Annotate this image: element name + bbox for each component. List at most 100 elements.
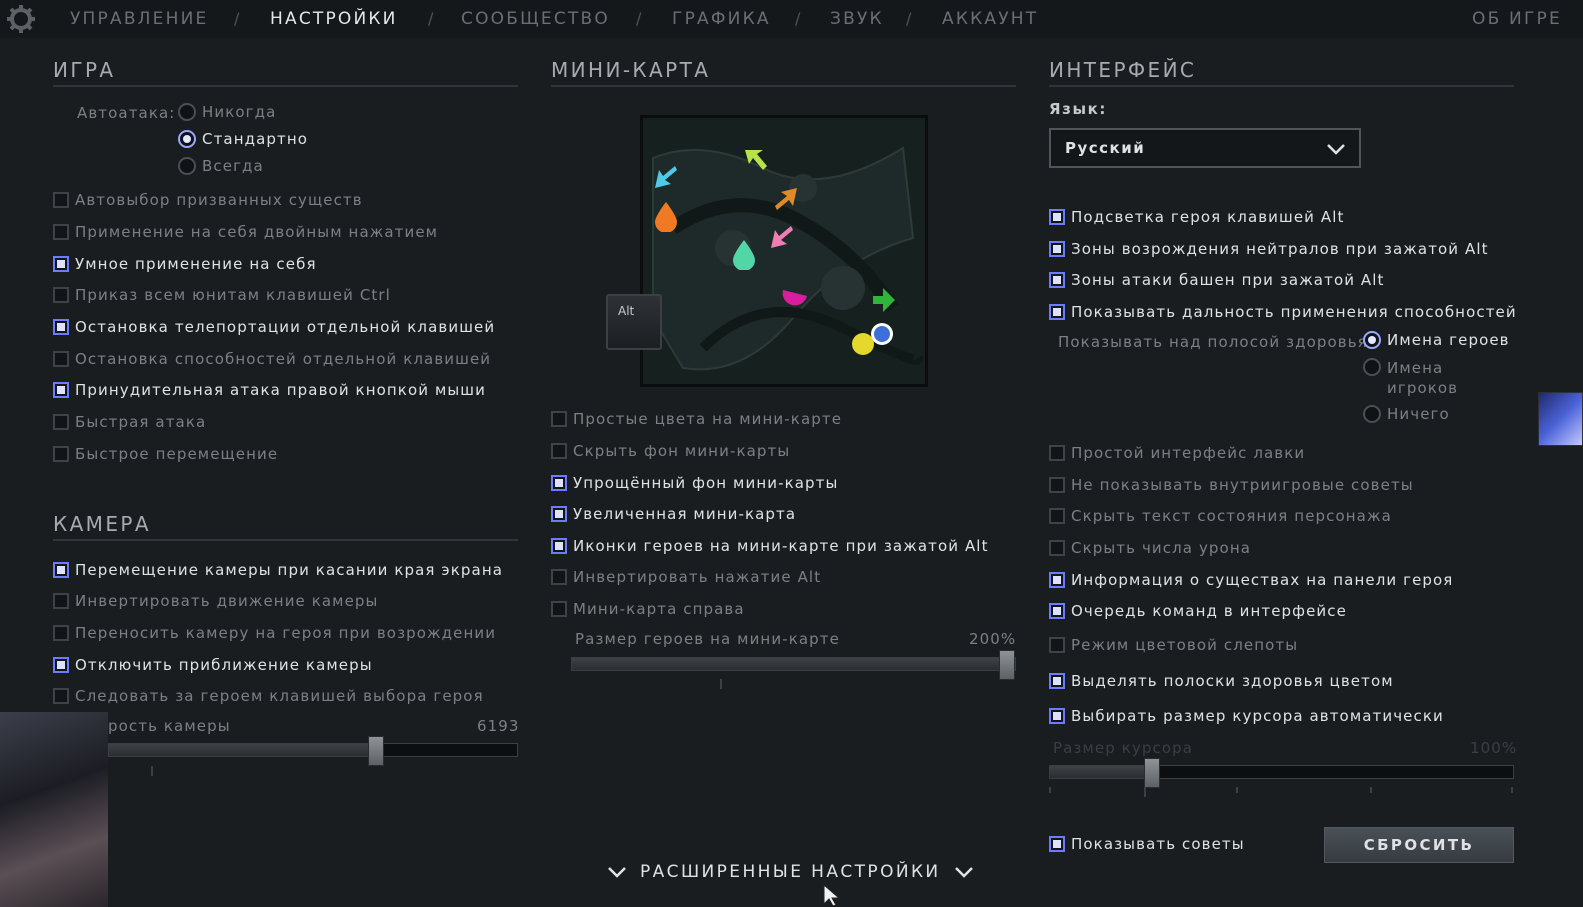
- camera-speed-value: 6193: [477, 717, 520, 735]
- setting-checkbox[interactable]: Остановка телепортации отдельной клавише…: [53, 318, 495, 336]
- alt-key-icon: Alt: [606, 294, 662, 350]
- top-nav-bar: УПРАВЛЕНИЕ / НАСТРОЙКИ / СООБЩЕСТВО / ГР…: [0, 0, 1583, 38]
- tab-about[interactable]: ОБ ИГРЕ: [1472, 9, 1562, 29]
- section-title-camera: КАМЕРА: [53, 512, 151, 536]
- healthbar-option-nothing[interactable]: Ничего: [1363, 405, 1450, 423]
- setting-checkbox[interactable]: Очередь команд в интерфейсе: [1049, 602, 1347, 620]
- setting-checkbox[interactable]: Показывать дальность применения способно…: [1049, 303, 1517, 321]
- chevron-down-icon: [608, 867, 626, 878]
- setting-checkbox[interactable]: Отключить приближение камеры: [53, 656, 373, 674]
- checkbox-icon: [1049, 637, 1065, 653]
- setting-checkbox[interactable]: Выделять полоски здоровья цветом: [1049, 672, 1394, 690]
- radio-label: Всегда: [202, 157, 264, 175]
- checkbox-icon: [53, 256, 69, 272]
- checkbox-icon: [53, 414, 69, 430]
- checkbox-label: Иконки героев на мини-карте при зажатой …: [573, 537, 989, 555]
- setting-checkbox[interactable]: Быстрое перемещение: [53, 445, 278, 463]
- setting-checkbox[interactable]: Инвертировать движение камеры: [53, 592, 379, 610]
- healthbar-label: Показывать над полосой здоровья:: [1058, 333, 1374, 351]
- tab-controls[interactable]: УПРАВЛЕНИЕ: [70, 9, 208, 29]
- slider-tick: [1049, 787, 1051, 793]
- checkbox-label: Остановка телепортации отдельной клавише…: [75, 318, 496, 336]
- setting-checkbox[interactable]: Упрощённый фон мини-карты: [551, 474, 838, 492]
- camera-speed-slider[interactable]: [108, 736, 518, 766]
- checkbox-label: Показывать дальность применения способно…: [1071, 303, 1517, 321]
- radio-label: Ничего: [1387, 405, 1450, 423]
- checkbox-icon: [53, 351, 69, 367]
- autoattack-option-never[interactable]: Никогда: [178, 103, 276, 121]
- checkbox-label: Инвертировать нажатие Alt: [573, 568, 822, 586]
- checkbox-icon: [53, 319, 69, 335]
- setting-checkbox[interactable]: Выбирать размер курсора автоматически: [1049, 707, 1444, 725]
- section-title-game: ИГРА: [53, 58, 116, 82]
- tab-sound[interactable]: ЗВУК: [830, 9, 884, 29]
- setting-checkbox[interactable]: Применение на себя двойным нажатием: [53, 223, 438, 241]
- setting-checkbox[interactable]: Режим цветовой слепоты: [1049, 636, 1298, 654]
- setting-checkbox[interactable]: Информация о существах на панели героя: [1049, 571, 1453, 589]
- language-dropdown[interactable]: Русский: [1049, 128, 1361, 168]
- setting-checkbox[interactable]: Перемещение камеры при касании края экра…: [53, 561, 503, 579]
- camera-speed-label: рость камеры: [108, 717, 231, 735]
- slider-handle[interactable]: [368, 736, 384, 766]
- setting-checkbox[interactable]: Увеличенная мини-карта: [551, 505, 796, 523]
- setting-checkbox[interactable]: Принудительная атака правой кнопкой мыши: [53, 381, 486, 399]
- setting-checkbox[interactable]: Зоны возрождения нейтралов при зажатой A…: [1049, 240, 1489, 258]
- reset-button[interactable]: СБРОСИТЬ: [1324, 827, 1514, 863]
- checkbox-label: Скрыть фон мини-карты: [573, 442, 791, 460]
- checkbox-label: Скрыть числа урона: [1071, 539, 1252, 557]
- checkbox-label: Увеличенная мини-карта: [573, 505, 797, 523]
- cursor-size-slider[interactable]: [1049, 758, 1514, 788]
- setting-checkbox[interactable]: Зоны атаки башен при зажатой Alt: [1049, 271, 1385, 289]
- setting-checkbox[interactable]: Следовать за героем клавишей выбора геро…: [53, 687, 484, 705]
- setting-checkbox[interactable]: Скрыть числа урона: [1049, 539, 1251, 557]
- setting-checkbox[interactable]: Скрыть текст состояния персонажа: [1049, 507, 1392, 525]
- autoattack-option-standard[interactable]: Стандартно: [178, 130, 308, 148]
- checkbox-icon: [53, 625, 69, 641]
- setting-checkbox[interactable]: Автовыбор призванных существ: [53, 191, 363, 209]
- healthbar-option-hero-names[interactable]: Имена героев: [1363, 331, 1510, 349]
- setting-checkbox[interactable]: Простой интерфейс лавки: [1049, 444, 1305, 462]
- tab-account[interactable]: АККАУНТ: [942, 9, 1038, 29]
- hero-size-label: Размер героев на мини-карте: [575, 630, 840, 648]
- checkbox-icon: [551, 538, 567, 554]
- slider-fill: [572, 658, 1007, 670]
- setting-checkbox[interactable]: Остановка способностей отдельной клавише…: [53, 350, 491, 368]
- setting-checkbox[interactable]: Приказ всем юнитам клавишей Ctrl: [53, 286, 391, 304]
- healthbar-option-player-names[interactable]: Имена игроков: [1363, 358, 1477, 398]
- checkbox-icon: [1049, 304, 1065, 320]
- checkbox-label: Переносить камеру на героя при возрожден…: [75, 624, 497, 642]
- tab-community[interactable]: СООБЩЕСТВО: [461, 9, 610, 29]
- setting-checkbox[interactable]: Быстрая атака: [53, 413, 206, 431]
- setting-checkbox[interactable]: Скрыть фон мини-карты: [551, 442, 790, 460]
- slider-tick: [151, 766, 153, 776]
- setting-checkbox[interactable]: Переносить камеру на героя при возрожден…: [53, 624, 496, 642]
- setting-checkbox[interactable]: Не показывать внутриигровые советы: [1049, 476, 1414, 494]
- setting-checkbox[interactable]: Умное применение на себя: [53, 255, 317, 273]
- hero-size-slider[interactable]: [571, 650, 1016, 680]
- radio-icon: [1363, 331, 1381, 349]
- setting-checkbox[interactable]: Иконки героев на мини-карте при зажатой …: [551, 537, 989, 555]
- checkbox-label: Зоны атаки башен при зажатой Alt: [1071, 271, 1385, 289]
- checkbox-icon: [53, 562, 69, 578]
- setting-checkbox[interactable]: Инвертировать нажатие Alt: [551, 568, 821, 586]
- nav-separator: /: [234, 9, 240, 28]
- radio-label: Имена игроков: [1387, 359, 1459, 397]
- gear-logo-icon[interactable]: [6, 4, 36, 34]
- setting-checkbox[interactable]: Простые цвета на мини-карте: [551, 410, 842, 428]
- slider-handle[interactable]: [1144, 758, 1160, 788]
- advanced-settings-toggle[interactable]: РАСШИРЕННЫЕ НАСТРОЙКИ: [606, 862, 975, 882]
- slider-handle[interactable]: [999, 650, 1015, 680]
- cursor-size-value: 100%: [1470, 739, 1518, 757]
- checkbox-label: Быстрая атака: [75, 413, 207, 431]
- show-tips-checkbox[interactable]: Показывать советы: [1049, 835, 1245, 853]
- setting-checkbox[interactable]: Мини-карта справа: [551, 600, 745, 618]
- radio-label: Никогда: [202, 103, 277, 121]
- setting-checkbox[interactable]: Подсветка героя клавишей Alt: [1049, 208, 1345, 226]
- slider-fill: [109, 744, 376, 756]
- tab-graphics[interactable]: ГРАФИКА: [672, 9, 771, 29]
- alt-key-label: Alt: [618, 304, 635, 318]
- autoattack-label: Автоатака:: [77, 104, 176, 122]
- autoattack-option-always[interactable]: Всегда: [178, 157, 264, 175]
- tab-settings[interactable]: НАСТРОЙКИ: [270, 9, 398, 29]
- side-thumbnail[interactable]: [1538, 392, 1583, 446]
